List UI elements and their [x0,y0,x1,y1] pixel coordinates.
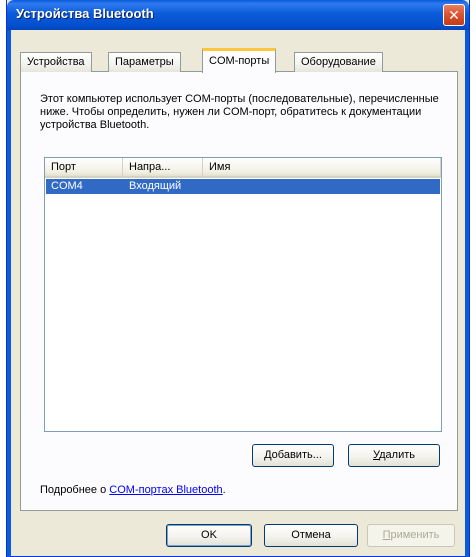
list-row-com4[interactable]: COM4 Входящий [46,179,440,194]
add-button[interactable]: Добавить... [252,444,334,467]
button-label: Отмена [291,529,331,541]
button-label: обавить... [271,449,322,461]
cell-port: COM4 [51,180,83,192]
column-header-direction[interactable]: Напра... [123,158,203,178]
column-label: Порт [51,161,76,173]
button-label: далить [379,449,415,461]
cancel-button[interactable]: Отмена [264,524,358,547]
com-ports-help-link[interactable]: COM-портах Bluetooth [109,484,222,496]
close-button[interactable]: ✕ [443,4,465,26]
more-info-text: Подробнее о COM-портах Bluetooth. [40,484,226,496]
window-frame-left [7,30,11,557]
title-bar[interactable]: Устройства Bluetooth ✕ [7,0,469,30]
tab-label: Оборудование [301,56,376,68]
window-title: Устройства Bluetooth [16,6,154,21]
more-info-suffix: . [222,484,226,496]
button-label: OK [201,529,217,541]
list-header: Порт Напра... Имя [45,158,441,178]
tab-label: COM-порты [209,55,270,67]
apply-button[interactable]: Применить [367,524,455,547]
tab-com-ports[interactable]: COM-порты [202,48,277,73]
remove-button[interactable]: Удалить [348,444,440,467]
tab-label: Параметры [115,56,174,68]
cell-direction: Входящий [129,180,182,192]
tab-label: Устройства [27,56,85,68]
com-ports-description: Этот компьютер использует COM-порты (пос… [40,93,439,131]
column-header-port[interactable]: Порт [45,158,123,178]
close-icon: ✕ [448,7,460,23]
column-header-name[interactable]: Имя [203,158,441,178]
tab-devices[interactable]: Устройства [20,52,92,72]
more-info-prefix: Подробнее о [40,484,110,496]
tab-hardware[interactable]: Оборудование [294,52,383,72]
accelerator-key: Д [264,449,272,461]
button-label: рименить [390,529,440,541]
com-ports-list[interactable]: Порт Напра... Имя COM4 Входящий [44,157,442,432]
window-frame-right [465,30,469,557]
tab-parameters[interactable]: Параметры [108,52,181,72]
ok-button[interactable]: OK [166,524,252,547]
column-label: Напра... [129,161,171,173]
column-label: Имя [209,161,231,173]
